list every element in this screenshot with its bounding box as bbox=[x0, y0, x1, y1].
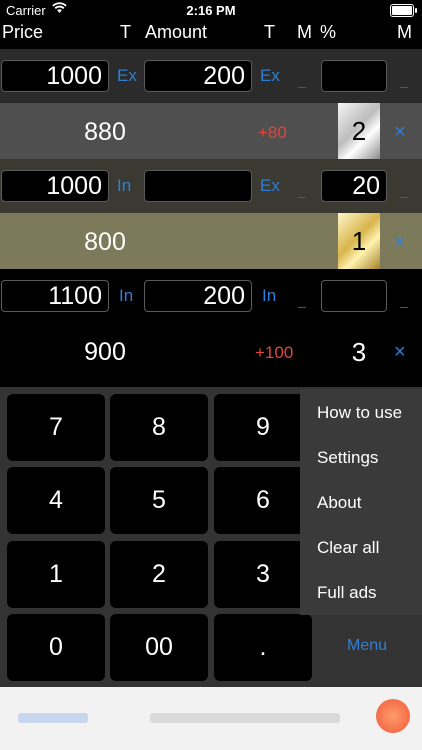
row-3-price-field[interactable]: 1100 bbox=[1, 280, 109, 312]
key-3[interactable]: 3 bbox=[214, 541, 312, 608]
popup-menu: How to use Settings About Clear all Full… bbox=[300, 389, 422, 615]
row-1-amount-field[interactable]: 200 bbox=[144, 60, 252, 92]
row-1-input: 1000 Ex 200 Ex bbox=[0, 49, 422, 103]
row-3-result-value: 900 bbox=[84, 338, 126, 366]
row-2-input: 1000 In Ex 20 bbox=[0, 159, 422, 213]
header-amount: Amount bbox=[145, 22, 208, 42]
column-header: Price T Amount T M % M bbox=[0, 20, 422, 46]
menu-item-clear-all[interactable]: Clear all bbox=[317, 538, 379, 558]
header-mode: M bbox=[297, 22, 312, 42]
header-price: Price bbox=[2, 22, 44, 42]
row-1-percent-field[interactable] bbox=[321, 60, 387, 92]
row-2-mode-dash bbox=[298, 197, 306, 198]
menu-item-about[interactable]: About bbox=[317, 493, 361, 513]
row-1-diff: +80 bbox=[258, 123, 287, 142]
menu-button[interactable]: Menu bbox=[347, 637, 387, 655]
key-8[interactable]: 8 bbox=[110, 394, 208, 461]
row-1-mode2-dash bbox=[400, 87, 408, 88]
row-1-price-field[interactable]: 1000 bbox=[1, 60, 109, 92]
row-3-mode2-dash bbox=[400, 307, 408, 308]
battery-icon bbox=[390, 4, 417, 17]
row-3-rank: 3 bbox=[351, 337, 367, 367]
row-2-close-button[interactable]: × bbox=[394, 231, 406, 254]
row-2-mode2-dash bbox=[400, 197, 408, 198]
row-3-mode-dash bbox=[298, 307, 306, 308]
ad-icon bbox=[376, 699, 410, 733]
key-2[interactable]: 2 bbox=[110, 541, 208, 608]
key-6[interactable]: 6 bbox=[214, 467, 312, 534]
row-1-result-value: 880 bbox=[84, 118, 126, 146]
row-3-amount-field[interactable]: 200 bbox=[144, 280, 252, 312]
key-decimal[interactable]: . bbox=[214, 614, 312, 681]
menu-item-full-ads[interactable]: Full ads bbox=[317, 583, 377, 603]
key-7[interactable]: 7 bbox=[7, 394, 105, 461]
row-1-result: 880 +80 2 × bbox=[0, 103, 422, 159]
key-00[interactable]: 00 bbox=[110, 614, 208, 681]
header-amount-type: T bbox=[264, 22, 275, 42]
row-2-amount-type[interactable]: Ex bbox=[260, 176, 280, 196]
menu-item-how-to-use[interactable]: How to use bbox=[317, 403, 402, 423]
ad-text-blur bbox=[150, 713, 340, 723]
menu-item-settings[interactable]: Settings bbox=[317, 448, 378, 468]
key-9[interactable]: 9 bbox=[214, 394, 312, 461]
key-0[interactable]: 0 bbox=[7, 614, 105, 681]
row-2-result-value: 800 bbox=[84, 228, 126, 256]
row-2-price-type[interactable]: In bbox=[117, 176, 131, 196]
row-2-result: 800 1 × bbox=[0, 213, 422, 269]
row-1-price-type[interactable]: Ex bbox=[117, 66, 137, 86]
key-4[interactable]: 4 bbox=[7, 467, 105, 534]
ad-link-blur bbox=[18, 713, 88, 723]
key-1[interactable]: 1 bbox=[7, 541, 105, 608]
header-percent: % bbox=[320, 22, 337, 42]
clock-time: 2:16 PM bbox=[186, 3, 236, 18]
key-5[interactable]: 5 bbox=[110, 467, 208, 534]
row-3-price-type[interactable]: In bbox=[119, 286, 133, 306]
row-2-amount-field[interactable] bbox=[144, 170, 252, 202]
row-3-diff: +100 bbox=[255, 343, 294, 362]
row-3-result: 900 +100 3 × bbox=[0, 323, 422, 379]
row-1-amount-type[interactable]: Ex bbox=[260, 66, 280, 86]
row-3-percent-field[interactable] bbox=[321, 280, 387, 312]
header-mode-2: M bbox=[397, 22, 412, 42]
row-2-percent-field[interactable]: 20 bbox=[321, 170, 387, 202]
row-2-rank-badge: 1 bbox=[338, 213, 380, 269]
row-1-mode-dash bbox=[298, 87, 306, 88]
row-3-input: 1100 In 200 In bbox=[0, 269, 422, 323]
header-price-type: T bbox=[120, 22, 131, 42]
row-3-amount-type[interactable]: In bbox=[262, 286, 276, 306]
row-3-close-button[interactable]: × bbox=[394, 341, 406, 364]
ad-banner[interactable] bbox=[0, 687, 422, 750]
row-1-rank-badge: 2 bbox=[338, 103, 380, 159]
status-bar: Carrier 2:16 PM bbox=[0, 0, 422, 20]
row-2-price-field[interactable]: 1000 bbox=[1, 170, 109, 202]
row-1-close-button[interactable]: × bbox=[394, 121, 406, 144]
